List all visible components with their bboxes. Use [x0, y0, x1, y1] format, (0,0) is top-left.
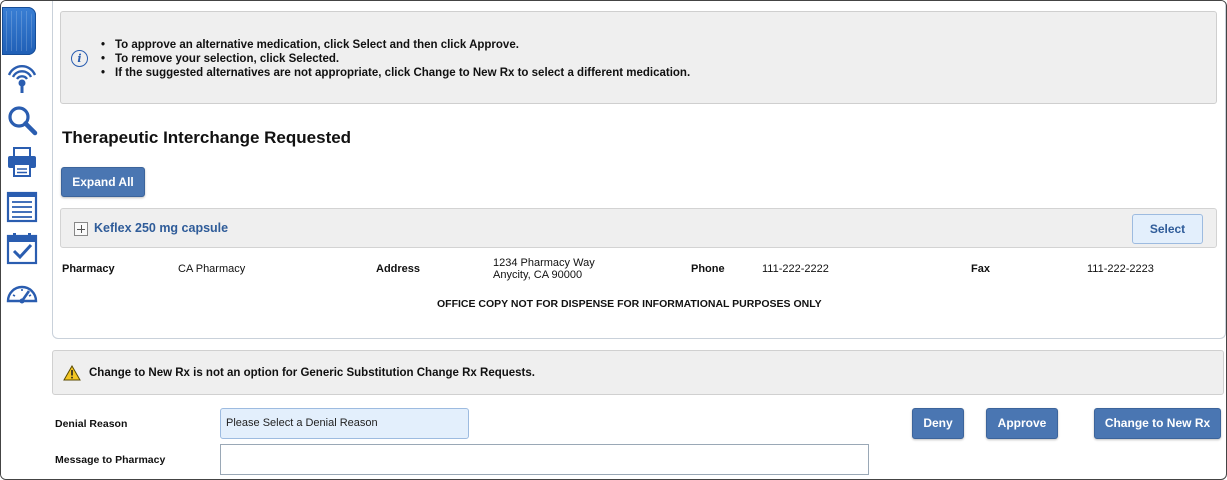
instruction-item: To approve an alternative medication, cl…: [101, 38, 690, 52]
warning-text: Change to New Rx is not an option for Ge…: [89, 367, 535, 379]
message-to-pharmacy-input[interactable]: [220, 444, 869, 475]
pharmacy-label: Pharmacy: [62, 263, 115, 275]
approve-button[interactable]: Approve: [986, 408, 1058, 439]
app-frame: i To approve an alternative medication, …: [0, 0, 1227, 480]
warning-box: Change to New Rx is not an option for Ge…: [52, 350, 1224, 395]
report-icon[interactable]: [5, 189, 39, 223]
address-label: Address: [376, 263, 421, 275]
office-copy-note: OFFICE COPY NOT FOR DISPENSE FOR INFORMA…: [437, 298, 822, 310]
denial-reason-select[interactable]: Please Select a Denial Reason: [220, 408, 469, 439]
deny-button[interactable]: Deny: [912, 408, 964, 439]
expand-plus-icon[interactable]: [74, 222, 88, 236]
left-nav-rail: [1, 1, 45, 479]
info-icon: i: [71, 50, 88, 67]
fax-label: Fax: [971, 263, 990, 275]
instructions-box: i To approve an alternative medication, …: [60, 11, 1217, 104]
address-line2: Anycity, CA 90000: [493, 269, 583, 281]
change-to-new-rx-button[interactable]: Change to New Rx: [1094, 408, 1221, 439]
pharmacy-name: CA Pharmacy: [178, 263, 246, 275]
printer-icon[interactable]: [5, 145, 39, 179]
select-button[interactable]: Select: [1132, 214, 1203, 244]
denial-reason-label: Denial Reason: [55, 418, 128, 430]
calendar-check-icon[interactable]: [5, 231, 39, 265]
warning-icon: [63, 365, 81, 381]
active-module-icon[interactable]: [2, 7, 36, 55]
dashboard-gauge-icon[interactable]: [5, 275, 39, 309]
phone-value: 111-222-2222: [762, 263, 829, 275]
expand-all-button[interactable]: Expand All: [61, 167, 145, 197]
rx-alternative-row: Keflex 250 mg capsule Select: [60, 208, 1217, 248]
instructions-list: To approve an alternative medication, cl…: [101, 38, 690, 80]
fax-value: 111-222-2223: [1087, 263, 1154, 275]
address-line1: 1234 Pharmacy Way: [493, 257, 595, 269]
search-icon[interactable]: [5, 103, 39, 137]
broadcast-icon[interactable]: [5, 61, 39, 95]
instruction-item: If the suggested alternatives are not ap…: [101, 66, 690, 80]
section-title: Therapeutic Interchange Requested: [62, 128, 352, 147]
instruction-item: To remove your selection, click Selected…: [101, 52, 690, 66]
phone-label: Phone: [691, 263, 725, 275]
message-to-pharmacy-label: Message to Pharmacy: [55, 454, 166, 466]
rx-name-link[interactable]: Keflex 250 mg capsule: [94, 221, 228, 235]
